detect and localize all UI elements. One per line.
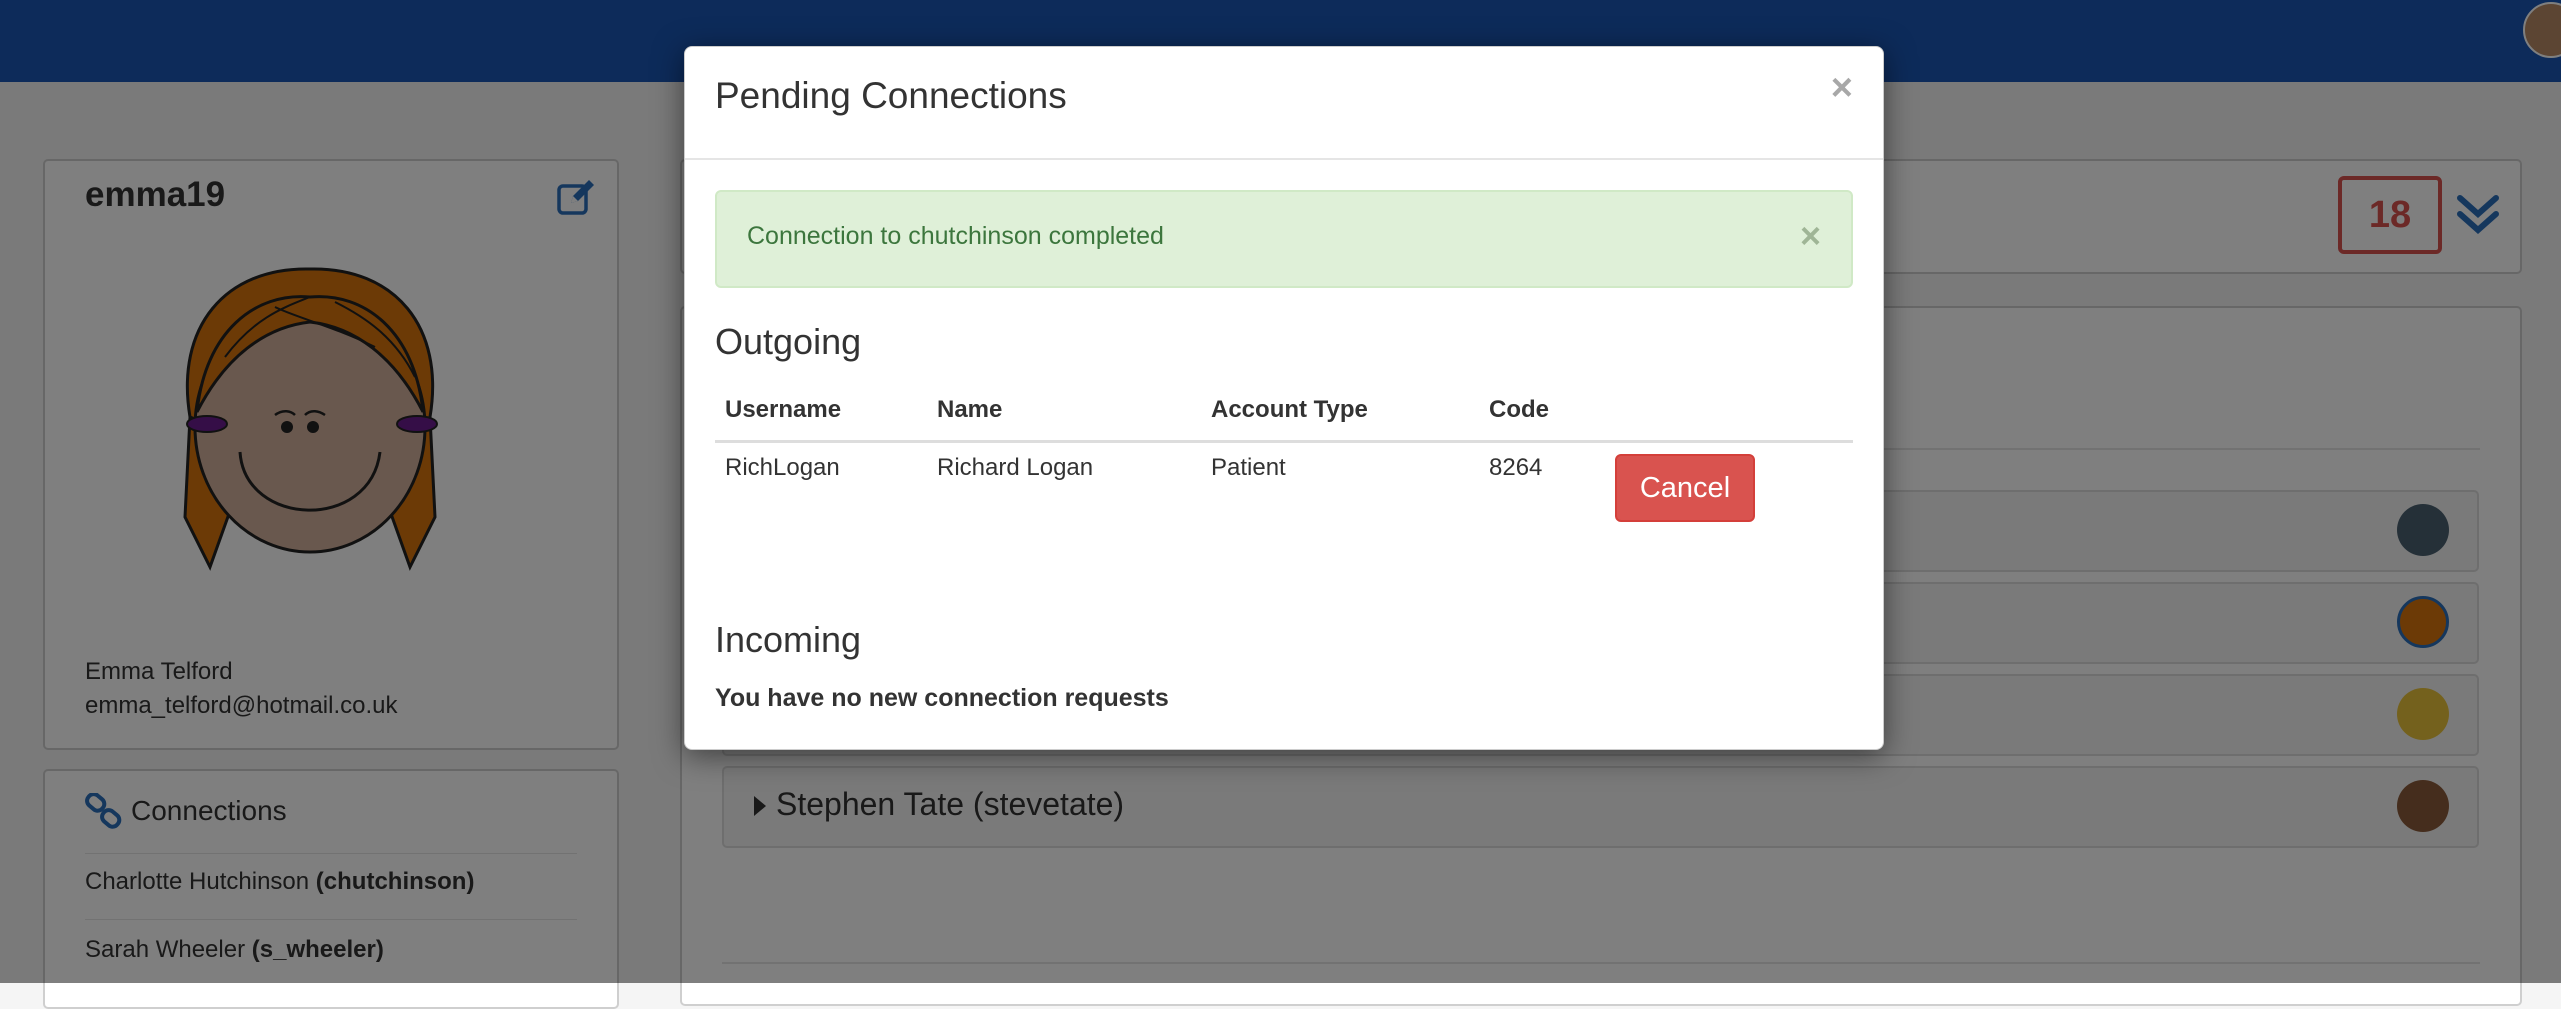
column-header-account-type: Account Type xyxy=(1211,396,1368,423)
column-header-name: Name xyxy=(937,396,1003,423)
divider xyxy=(685,158,1883,160)
cell-name: Richard Logan xyxy=(937,454,1094,481)
outgoing-heading: Outgoing xyxy=(715,321,862,362)
cell-code: 8264 xyxy=(1489,454,1543,481)
column-header-code: Code xyxy=(1489,396,1549,423)
cell-account-type: Patient xyxy=(1211,454,1286,481)
close-icon[interactable]: × xyxy=(1831,69,1853,107)
incoming-heading: Incoming xyxy=(715,619,862,660)
table-header-divider xyxy=(715,440,1853,443)
alert-message: Connection to chutchinson completed xyxy=(747,222,1164,250)
incoming-empty-message: You have no new connection requests xyxy=(715,684,1169,712)
column-header-username: Username xyxy=(725,396,842,423)
pending-connections-modal: Pending Connections × Connection to chut… xyxy=(684,46,1884,750)
cell-username: RichLogan xyxy=(725,454,840,481)
modal-title: Pending Connections xyxy=(715,75,1067,116)
alert-close-icon[interactable]: × xyxy=(1800,218,1821,254)
cancel-request-button[interactable]: Cancel xyxy=(1615,454,1755,522)
success-alert: Connection to chutchinson completed × xyxy=(715,190,1853,288)
